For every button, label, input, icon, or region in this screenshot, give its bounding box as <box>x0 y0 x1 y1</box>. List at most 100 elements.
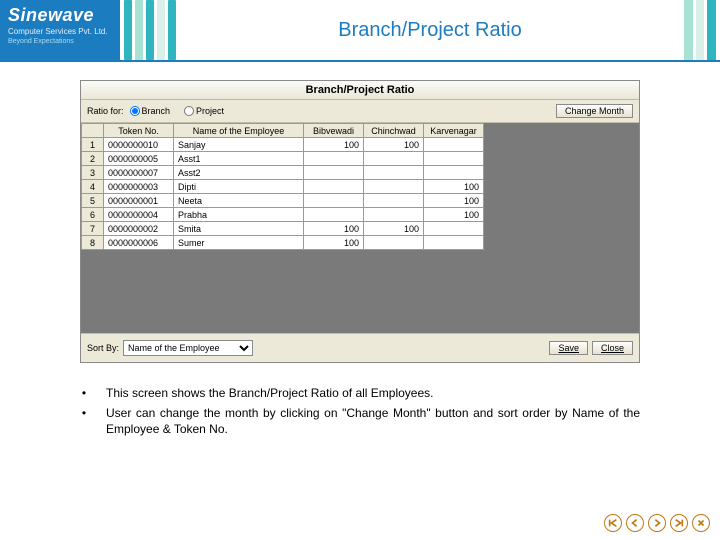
cell-bibvewadi[interactable]: 100 <box>304 222 364 236</box>
table-header-row: Token No. Name of the Employee Bibvewadi… <box>82 124 484 138</box>
close-button[interactable]: Close <box>592 341 633 355</box>
sort-by-select[interactable]: Name of the Employee <box>123 340 253 356</box>
cell-name[interactable]: Prabha <box>174 208 304 222</box>
cell-token[interactable]: 0000000001 <box>104 194 174 208</box>
cell-bibvewadi[interactable] <box>304 208 364 222</box>
cell-karvenagar[interactable]: 100 <box>424 180 484 194</box>
cell-chinchwad[interactable] <box>364 180 424 194</box>
nav-last-button[interactable] <box>670 514 688 532</box>
cell-rownum: 7 <box>82 222 104 236</box>
cell-karvenagar[interactable] <box>424 222 484 236</box>
cell-token[interactable]: 0000000002 <box>104 222 174 236</box>
cell-chinchwad[interactable] <box>364 166 424 180</box>
cell-token[interactable]: 0000000005 <box>104 152 174 166</box>
cell-bibvewadi[interactable]: 100 <box>304 138 364 152</box>
cell-chinchwad[interactable] <box>364 194 424 208</box>
cell-bibvewadi[interactable] <box>304 194 364 208</box>
table-row[interactable]: 50000000001Neeta 100 <box>82 194 484 208</box>
cell-karvenagar[interactable] <box>424 166 484 180</box>
cell-karvenagar[interactable] <box>424 152 484 166</box>
cell-karvenagar[interactable]: 100 <box>424 194 484 208</box>
cell-rownum: 2 <box>82 152 104 166</box>
cell-name[interactable]: Sumer <box>174 236 304 250</box>
ratio-table: Token No. Name of the Employee Bibvewadi… <box>81 123 484 250</box>
col-token: Token No. <box>104 124 174 138</box>
cell-token[interactable]: 0000000004 <box>104 208 174 222</box>
brand-subline-1: Computer Services Pvt. Ltd. <box>8 28 112 37</box>
col-karvenagar: Karvenagar <box>424 124 484 138</box>
table-row[interactable]: 10000000010Sanjay100100 <box>82 138 484 152</box>
cell-token[interactable]: 0000000007 <box>104 166 174 180</box>
cell-bibvewadi[interactable] <box>304 166 364 180</box>
slide-title: Branch/Project Ratio <box>338 19 521 42</box>
table-row[interactable]: 70000000002Smita100100 <box>82 222 484 236</box>
nav-close-button[interactable] <box>692 514 710 532</box>
bullet-text: User can change the month by clicking on… <box>106 405 640 437</box>
cell-chinchwad[interactable]: 100 <box>364 138 424 152</box>
cell-rownum: 8 <box>82 236 104 250</box>
table-row[interactable]: 20000000005Asst1 <box>82 152 484 166</box>
table-row[interactable]: 80000000006Sumer100 <box>82 236 484 250</box>
cell-karvenagar[interactable] <box>424 236 484 250</box>
nav-prev-button[interactable] <box>626 514 644 532</box>
cell-chinchwad[interactable]: 100 <box>364 222 424 236</box>
col-name: Name of the Employee <box>174 124 304 138</box>
cell-name[interactable]: Dipti <box>174 180 304 194</box>
radio-branch-label: Branch <box>142 106 171 116</box>
radio-branch-input[interactable] <box>130 106 140 116</box>
slide-bullets: • This screen shows the Branch/Project R… <box>80 385 640 438</box>
change-month-button[interactable]: Change Month <box>556 104 633 118</box>
cell-name[interactable]: Asst1 <box>174 152 304 166</box>
table-row[interactable]: 40000000003Dipti 100 <box>82 180 484 194</box>
col-bibvewadi: Bibvewadi <box>304 124 364 138</box>
cell-bibvewadi[interactable]: 100 <box>304 236 364 250</box>
col-chinchwad: Chinchwad <box>364 124 424 138</box>
cell-token[interactable]: 0000000010 <box>104 138 174 152</box>
cell-chinchwad[interactable] <box>364 236 424 250</box>
radio-project[interactable]: Project <box>184 106 224 116</box>
sort-by-label: Sort By: <box>87 343 119 353</box>
cell-bibvewadi[interactable] <box>304 180 364 194</box>
bullet-row: • User can change the month by clicking … <box>80 405 640 437</box>
cell-name[interactable]: Asst2 <box>174 166 304 180</box>
brand-name: Sinewave <box>8 6 112 26</box>
col-rownum <box>82 124 104 138</box>
ratio-toolbar: Ratio for: Branch Project Change Month <box>81 100 639 123</box>
cell-karvenagar[interactable] <box>424 138 484 152</box>
cell-rownum: 4 <box>82 180 104 194</box>
radio-project-label: Project <box>196 106 224 116</box>
cell-karvenagar[interactable]: 100 <box>424 208 484 222</box>
decorative-bars-right <box>680 0 720 60</box>
cell-rownum: 1 <box>82 138 104 152</box>
bullet-dot: • <box>80 405 88 437</box>
cell-chinchwad[interactable] <box>364 152 424 166</box>
window-title: Branch/Project Ratio <box>81 81 639 100</box>
cell-token[interactable]: 0000000003 <box>104 180 174 194</box>
slide-header: Sinewave Computer Services Pvt. Ltd. Bey… <box>0 0 720 62</box>
save-button[interactable]: Save <box>549 341 588 355</box>
bullet-row: • This screen shows the Branch/Project R… <box>80 385 640 401</box>
window-footer: Sort By: Name of the Employee Save Close <box>81 333 639 362</box>
cell-token[interactable]: 0000000006 <box>104 236 174 250</box>
cell-bibvewadi[interactable] <box>304 152 364 166</box>
ratio-for-label: Ratio for: <box>87 106 124 116</box>
cell-name[interactable]: Smita <box>174 222 304 236</box>
radio-project-input[interactable] <box>184 106 194 116</box>
cell-name[interactable]: Neeta <box>174 194 304 208</box>
table-row[interactable]: 60000000004Prabha 100 <box>82 208 484 222</box>
nav-next-button[interactable] <box>648 514 666 532</box>
bullet-text: This screen shows the Branch/Project Rat… <box>106 385 640 401</box>
brand-logo: Sinewave Computer Services Pvt. Ltd. Bey… <box>0 0 120 60</box>
cell-name[interactable]: Sanjay <box>174 138 304 152</box>
title-area: Branch/Project Ratio <box>180 0 680 60</box>
decorative-bars-left <box>120 0 180 60</box>
grid-area: Token No. Name of the Employee Bibvewadi… <box>81 123 639 333</box>
cell-rownum: 3 <box>82 166 104 180</box>
cell-chinchwad[interactable] <box>364 208 424 222</box>
nav-first-button[interactable] <box>604 514 622 532</box>
radio-branch[interactable]: Branch <box>130 106 171 116</box>
slide-nav <box>604 514 710 532</box>
cell-rownum: 5 <box>82 194 104 208</box>
cell-rownum: 6 <box>82 208 104 222</box>
table-row[interactable]: 30000000007Asst2 <box>82 166 484 180</box>
